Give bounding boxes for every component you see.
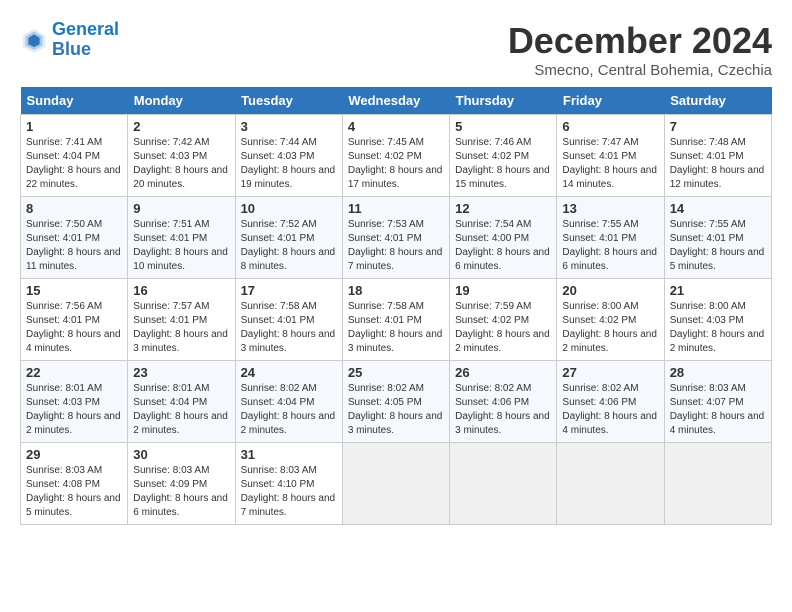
col-tuesday: Tuesday	[235, 87, 342, 115]
table-row: 29 Sunrise: 8:03 AM Sunset: 4:08 PM Dayl…	[21, 443, 128, 525]
calendar-week-row: 15 Sunrise: 7:56 AM Sunset: 4:01 PM Dayl…	[21, 279, 772, 361]
table-row: 2 Sunrise: 7:42 AM Sunset: 4:03 PM Dayli…	[128, 115, 235, 197]
table-row: 18 Sunrise: 7:58 AM Sunset: 4:01 PM Dayl…	[342, 279, 449, 361]
table-row: 14 Sunrise: 7:55 AM Sunset: 4:01 PM Dayl…	[664, 197, 771, 279]
table-row: 27 Sunrise: 8:02 AM Sunset: 4:06 PM Dayl…	[557, 361, 664, 443]
table-row	[557, 443, 664, 525]
table-row: 21 Sunrise: 8:00 AM Sunset: 4:03 PM Dayl…	[664, 279, 771, 361]
col-monday: Monday	[128, 87, 235, 115]
col-saturday: Saturday	[664, 87, 771, 115]
table-row: 6 Sunrise: 7:47 AM Sunset: 4:01 PM Dayli…	[557, 115, 664, 197]
table-row: 23 Sunrise: 8:01 AM Sunset: 4:04 PM Dayl…	[128, 361, 235, 443]
col-wednesday: Wednesday	[342, 87, 449, 115]
table-row: 8 Sunrise: 7:50 AM Sunset: 4:01 PM Dayli…	[21, 197, 128, 279]
logo-icon	[20, 26, 48, 54]
page-header: General Blue December 2024 Smecno, Centr…	[20, 20, 772, 79]
calendar-week-row: 29 Sunrise: 8:03 AM Sunset: 4:08 PM Dayl…	[21, 443, 772, 525]
calendar-week-row: 22 Sunrise: 8:01 AM Sunset: 4:03 PM Dayl…	[21, 361, 772, 443]
table-row: 16 Sunrise: 7:57 AM Sunset: 4:01 PM Dayl…	[128, 279, 235, 361]
table-row: 30 Sunrise: 8:03 AM Sunset: 4:09 PM Dayl…	[128, 443, 235, 525]
table-row: 25 Sunrise: 8:02 AM Sunset: 4:05 PM Dayl…	[342, 361, 449, 443]
table-row: 15 Sunrise: 7:56 AM Sunset: 4:01 PM Dayl…	[21, 279, 128, 361]
location: Smecno, Central Bohemia, Czechia	[508, 62, 772, 79]
col-friday: Friday	[557, 87, 664, 115]
table-row: 13 Sunrise: 7:55 AM Sunset: 4:01 PM Dayl…	[557, 197, 664, 279]
table-row	[342, 443, 449, 525]
table-row: 5 Sunrise: 7:46 AM Sunset: 4:02 PM Dayli…	[450, 115, 557, 197]
table-row	[664, 443, 771, 525]
col-thursday: Thursday	[450, 87, 557, 115]
table-row: 20 Sunrise: 8:00 AM Sunset: 4:02 PM Dayl…	[557, 279, 664, 361]
table-row: 28 Sunrise: 8:03 AM Sunset: 4:07 PM Dayl…	[664, 361, 771, 443]
table-row: 12 Sunrise: 7:54 AM Sunset: 4:00 PM Dayl…	[450, 197, 557, 279]
logo: General Blue	[20, 20, 119, 60]
month-title: December 2024	[508, 20, 772, 62]
table-row: 31 Sunrise: 8:03 AM Sunset: 4:10 PM Dayl…	[235, 443, 342, 525]
table-row: 24 Sunrise: 8:02 AM Sunset: 4:04 PM Dayl…	[235, 361, 342, 443]
calendar-table: Sunday Monday Tuesday Wednesday Thursday…	[20, 87, 772, 525]
calendar-week-row: 8 Sunrise: 7:50 AM Sunset: 4:01 PM Dayli…	[21, 197, 772, 279]
table-row: 7 Sunrise: 7:48 AM Sunset: 4:01 PM Dayli…	[664, 115, 771, 197]
table-row: 9 Sunrise: 7:51 AM Sunset: 4:01 PM Dayli…	[128, 197, 235, 279]
calendar-week-row: 1 Sunrise: 7:41 AM Sunset: 4:04 PM Dayli…	[21, 115, 772, 197]
logo-text: General Blue	[52, 20, 119, 60]
table-row	[450, 443, 557, 525]
table-row: 19 Sunrise: 7:59 AM Sunset: 4:02 PM Dayl…	[450, 279, 557, 361]
table-row: 11 Sunrise: 7:53 AM Sunset: 4:01 PM Dayl…	[342, 197, 449, 279]
title-block: December 2024 Smecno, Central Bohemia, C…	[508, 20, 772, 79]
col-sunday: Sunday	[21, 87, 128, 115]
header-row: Sunday Monday Tuesday Wednesday Thursday…	[21, 87, 772, 115]
table-row: 22 Sunrise: 8:01 AM Sunset: 4:03 PM Dayl…	[21, 361, 128, 443]
table-row: 4 Sunrise: 7:45 AM Sunset: 4:02 PM Dayli…	[342, 115, 449, 197]
table-row: 17 Sunrise: 7:58 AM Sunset: 4:01 PM Dayl…	[235, 279, 342, 361]
table-row: 3 Sunrise: 7:44 AM Sunset: 4:03 PM Dayli…	[235, 115, 342, 197]
table-row: 1 Sunrise: 7:41 AM Sunset: 4:04 PM Dayli…	[21, 115, 128, 197]
table-row: 26 Sunrise: 8:02 AM Sunset: 4:06 PM Dayl…	[450, 361, 557, 443]
table-row: 10 Sunrise: 7:52 AM Sunset: 4:01 PM Dayl…	[235, 197, 342, 279]
